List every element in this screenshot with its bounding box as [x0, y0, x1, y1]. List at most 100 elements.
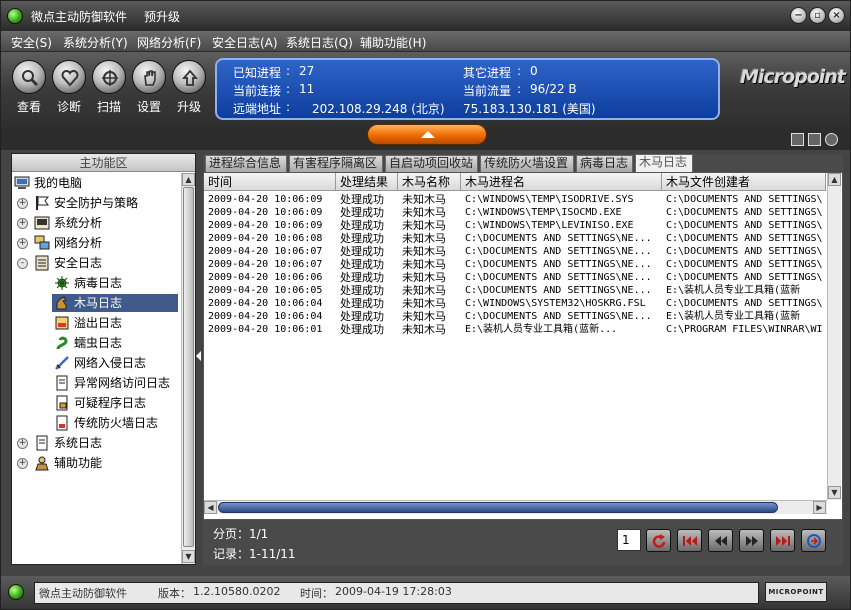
- table-row[interactable]: 2009-04-20 10:06:09 处理成功 未知木马 C:\WINDOWS\TE…: [204, 219, 826, 232]
- restore-button[interactable]: ▫: [809, 7, 826, 24]
- tab-trojan-log[interactable]: 木马日志: [635, 154, 693, 172]
- last-page-button[interactable]: [770, 529, 795, 552]
- expand-icon[interactable]: +: [17, 198, 28, 209]
- tab-quarantine[interactable]: 有害程序隔离区: [289, 155, 383, 172]
- column-header-trojan-name[interactable]: 木马名称: [398, 173, 461, 191]
- menu-auxiliary[interactable]: 辅助功能(H): [360, 34, 426, 51]
- table-row[interactable]: 2009-04-20 10:06:04 处理成功 未知木马 C:\WINDOWS\SY…: [204, 297, 826, 310]
- column-header-process-name[interactable]: 木马进程名: [461, 173, 662, 191]
- menu-system-analysis[interactable]: 系统分析(Y): [63, 34, 128, 51]
- cell-process-name: C:\DOCUMENTS AND SETTINGS\NE...: [465, 259, 652, 270]
- panel-tile-icon[interactable]: [791, 133, 804, 146]
- sidebar-item-network-analysis[interactable]: + 网络分析: [16, 234, 176, 252]
- status-version-label: 版本：: [158, 587, 191, 600]
- horizontal-scroll-thumb[interactable]: [218, 502, 778, 513]
- scroll-right-icon[interactable]: ▶: [813, 501, 826, 514]
- refresh-button[interactable]: [646, 529, 671, 552]
- table-row[interactable]: 2009-04-20 10:06:05 处理成功 未知木马 C:\DOCUMENTS …: [204, 284, 826, 297]
- view-button[interactable]: 查看: [9, 60, 49, 115]
- sidebar-item-auxiliary[interactable]: + 辅助功能: [16, 454, 176, 472]
- next-page-button[interactable]: [739, 529, 764, 552]
- menu-network-analysis[interactable]: 网络分析(F): [137, 34, 201, 51]
- export-button[interactable]: [801, 529, 826, 552]
- menu-system-log[interactable]: 系统日志(Q): [286, 34, 353, 51]
- table-row[interactable]: 2009-04-20 10:06:01 处理成功 未知木马 E:\装机人员专业工具箱(…: [204, 323, 826, 336]
- sidebar-item-virus-log[interactable]: 病毒日志: [52, 274, 178, 292]
- table-row[interactable]: 2009-04-20 10:06:07 处理成功 未知木马 C:\DOCUMENTS …: [204, 245, 826, 258]
- column-header-result[interactable]: 处理结果: [336, 173, 398, 191]
- table-row[interactable]: 2009-04-20 10:06:06 处理成功 未知木马 C:\DOCUMENTS …: [204, 271, 826, 284]
- collapse-toolbar-button[interactable]: [367, 124, 487, 145]
- panel-close-icon[interactable]: [825, 133, 838, 146]
- cell-trojan-name: 未知木马: [402, 271, 446, 284]
- sidebar-item-security-policy[interactable]: + 安全防护与策略: [16, 194, 176, 212]
- pre-upgrade-label[interactable]: 预升级: [144, 8, 180, 25]
- tree-root-label: 我的电脑: [34, 176, 83, 190]
- page-info: 分页：1/1: [213, 527, 269, 541]
- tab-startup-recycle[interactable]: 自启动项回收站: [385, 155, 478, 172]
- prev-page-button[interactable]: [708, 529, 733, 552]
- cell-time: 2009-04-20 10:06:09: [208, 194, 323, 205]
- sidebar-item-trojan-log[interactable]: 木马日志: [52, 294, 178, 312]
- settings-button[interactable]: 设置: [129, 60, 169, 115]
- scroll-left-icon[interactable]: ◀: [204, 501, 217, 514]
- minimize-button[interactable]: −: [790, 7, 807, 24]
- page-number-input[interactable]: 1: [617, 529, 641, 551]
- cell-creator: E:\装机人员专业工具箱(蓝新: [666, 311, 801, 322]
- sidebar-item-suspicious-program-log[interactable]: 可疑程序日志: [52, 394, 178, 412]
- expand-icon[interactable]: +: [17, 238, 28, 249]
- sidebar-scrollbar[interactable]: ▲ ▼: [181, 173, 195, 564]
- collapse-icon[interactable]: -: [17, 258, 28, 269]
- sidebar-item-overflow-log[interactable]: 溢出日志: [52, 314, 178, 332]
- menu-security[interactable]: 安全(S): [11, 34, 52, 51]
- table-row[interactable]: 2009-04-20 10:06:08 处理成功 未知木马 C:\DOCUMENTS …: [204, 232, 826, 245]
- menu-security-log[interactable]: 安全日志(A): [212, 34, 278, 51]
- expand-icon[interactable]: +: [17, 438, 28, 449]
- tab-virus-log[interactable]: 病毒日志: [576, 155, 633, 172]
- tab-firewall-settings[interactable]: 传统防火墙设置: [480, 155, 574, 172]
- expand-icon[interactable]: +: [17, 458, 28, 469]
- remote-address-1: 202.108.29.248 (北京): [312, 102, 445, 116]
- column-header-time[interactable]: 时间: [204, 173, 336, 191]
- sidebar-item-label: 可疑程序日志: [74, 396, 147, 410]
- table-row[interactable]: 2009-04-20 10:06:04 处理成功 未知木马 C:\DOCUMENTS …: [204, 310, 826, 323]
- system-icon: [34, 215, 50, 231]
- scroll-up-icon[interactable]: ▲: [182, 173, 195, 186]
- table-row[interactable]: 2009-04-20 10:06:07 处理成功 未知木马 C:\DOCUMENTS …: [204, 258, 826, 271]
- table-row[interactable]: 2009-04-20 10:06:09 处理成功 未知木马 C:\WINDOWS\TE…: [204, 206, 826, 219]
- sidebar-item-abnormal-access-log[interactable]: 异常网络访问日志: [52, 374, 178, 392]
- cell-time: 2009-04-20 10:06:09: [208, 207, 323, 218]
- sidebar-item-firewall-log[interactable]: 传统防火墙日志: [52, 414, 178, 432]
- column-header-creator[interactable]: 木马文件创建者: [662, 173, 826, 191]
- tools-icon: [34, 455, 50, 471]
- table-vertical-scrollbar[interactable]: ▲ ▼: [827, 173, 841, 500]
- cell-creator: C:\DOCUMENTS AND SETTINGS\: [666, 298, 823, 309]
- doc-lock-icon: [54, 395, 70, 411]
- expand-icon[interactable]: +: [17, 218, 28, 229]
- trojan-log-table: 时间 处理结果 木马名称 木马进程名 木马文件创建者 2009-04-20 10…: [203, 172, 843, 520]
- upgrade-button[interactable]: 升级: [169, 60, 209, 115]
- sidebar-item-worm-log[interactable]: 蠕虫日志: [52, 334, 178, 352]
- table-horizontal-scrollbar[interactable]: ◀ ▶: [204, 500, 827, 514]
- close-button[interactable]: ×: [828, 7, 845, 24]
- first-page-button[interactable]: [677, 529, 702, 552]
- scroll-down-icon[interactable]: ▼: [828, 486, 841, 499]
- system-info-panel: 已知进程 : 27 其它进程 : 0 当前连接 : 11 当前流量 : 96/2…: [215, 58, 720, 120]
- next-page-icon: [746, 536, 758, 546]
- scroll-down-icon[interactable]: ▼: [182, 550, 195, 563]
- sidebar-item-system-log[interactable]: + 系统日志: [16, 434, 176, 452]
- sidebar-scroll-thumb[interactable]: [183, 187, 194, 547]
- cell-process-name: C:\WINDOWS\TEMP\LEVINISO.EXE: [465, 220, 634, 231]
- scan-button[interactable]: 扫描: [89, 60, 129, 115]
- sidebar-item-security-log[interactable]: - 安全日志: [16, 254, 176, 272]
- tab-process-info[interactable]: 进程综合信息: [205, 155, 287, 172]
- table-row[interactable]: 2009-04-20 10:06:09 处理成功 未知木马 C:\WINDOWS\TE…: [204, 193, 826, 206]
- panel-restore-icon[interactable]: [808, 133, 821, 146]
- content-panel: 进程综合信息 有害程序隔离区 自启动项回收站 传统防火墙设置 病毒日志 木马日志…: [203, 154, 843, 565]
- scroll-up-icon[interactable]: ▲: [828, 173, 841, 186]
- sidebar-item-system-analysis[interactable]: + 系统分析: [16, 214, 176, 232]
- cell-result: 处理成功: [340, 232, 384, 245]
- collapse-sidebar-icon[interactable]: [196, 351, 201, 361]
- diagnose-button[interactable]: 诊断: [49, 60, 89, 115]
- sidebar-item-intrusion-log[interactable]: 网络入侵日志: [52, 354, 178, 372]
